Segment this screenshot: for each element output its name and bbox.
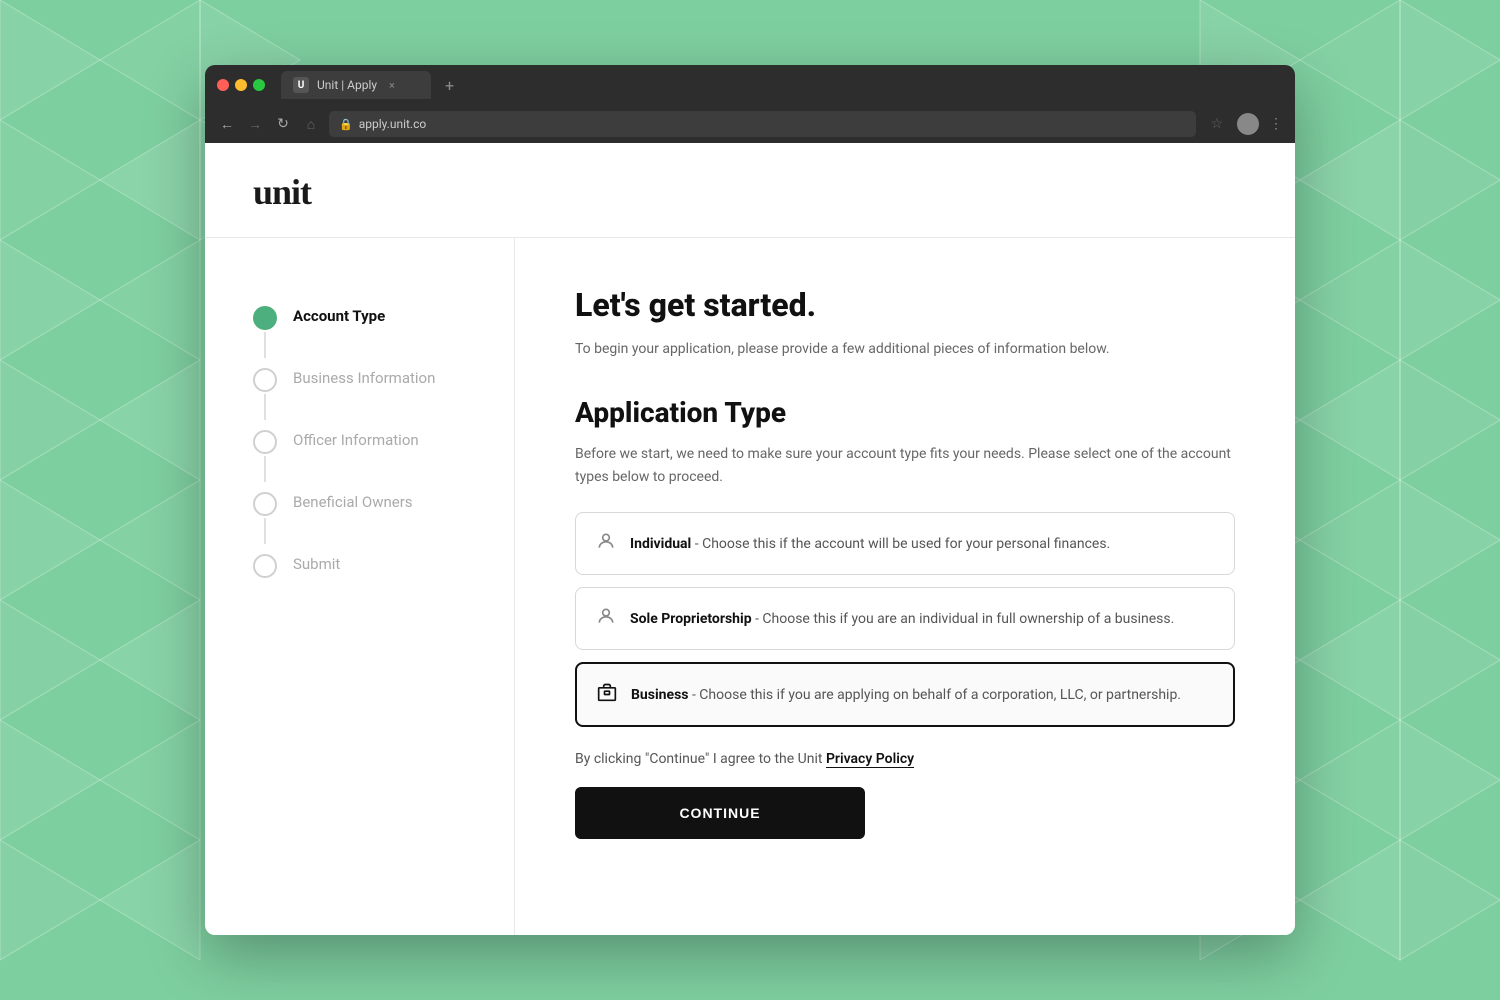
address-bar[interactable]: 🔒 apply.unit.co bbox=[329, 111, 1196, 137]
step-label-submit: Submit bbox=[293, 552, 340, 573]
browser-tab[interactable]: U Unit | Apply × bbox=[281, 71, 431, 99]
step-circle-account-type bbox=[253, 306, 277, 330]
step-label-beneficial-owners: Beneficial Owners bbox=[293, 490, 413, 511]
option-sole-proprietorship[interactable]: Sole Proprietorship - Choose this if you… bbox=[575, 587, 1235, 650]
tab-close-button[interactable]: × bbox=[389, 79, 395, 92]
browser-menu-icon[interactable]: ⋮ bbox=[1269, 116, 1283, 132]
browser-addressbar: ← → ↻ ⌂ 🔒 apply.unit.co ☆ ⋮ bbox=[205, 105, 1295, 143]
address-text: apply.unit.co bbox=[359, 117, 427, 131]
individual-separator: - bbox=[695, 536, 702, 552]
sidebar-item-account-type[interactable]: Account Type bbox=[253, 286, 466, 348]
tab-title-text: Unit | Apply bbox=[317, 78, 377, 92]
forward-button[interactable]: → bbox=[245, 116, 265, 133]
logo-header: unit bbox=[205, 143, 1295, 238]
application-type-desc: Before we start, we need to make sure yo… bbox=[575, 443, 1235, 488]
privacy-agreement-text: By clicking "Continue" I agree to the Un… bbox=[575, 751, 1235, 767]
profile-avatar[interactable] bbox=[1237, 113, 1259, 135]
privacy-prefix: By clicking "Continue" I agree to the Un… bbox=[575, 751, 826, 767]
back-button[interactable]: ← bbox=[217, 116, 237, 133]
step-circle-officer-info bbox=[253, 430, 277, 454]
browser-dots bbox=[217, 79, 265, 91]
continue-button[interactable]: CONTINUE bbox=[575, 787, 865, 839]
sidebar-item-business-info[interactable]: Business Information bbox=[253, 348, 466, 410]
sole-proprietorship-option-text: Sole Proprietorship - Choose this if you… bbox=[630, 611, 1174, 627]
step-label-business-info: Business Information bbox=[293, 366, 435, 387]
business-option-text: Business - Choose this if you are applyi… bbox=[631, 687, 1181, 703]
application-type-heading: Application Type bbox=[575, 396, 1235, 429]
step-label-account-type: Account Type bbox=[293, 304, 385, 325]
main-layout: Account Type Business Information Office… bbox=[205, 238, 1295, 935]
option-business[interactable]: Business - Choose this if you are applyi… bbox=[575, 662, 1235, 727]
sidebar: Account Type Business Information Office… bbox=[205, 238, 515, 935]
lock-icon: 🔒 bbox=[339, 118, 353, 131]
bookmark-icon[interactable]: ☆ bbox=[1210, 116, 1223, 132]
business-label: Business bbox=[631, 687, 688, 703]
business-icon bbox=[597, 682, 617, 707]
page-heading: Let's get started. bbox=[575, 286, 1235, 324]
sidebar-item-officer-info[interactable]: Officer Information bbox=[253, 410, 466, 472]
sole-proprietorship-label: Sole Proprietorship bbox=[630, 611, 752, 627]
step-label-officer-info: Officer Information bbox=[293, 428, 419, 449]
individual-description: Choose this if the account will be used … bbox=[702, 536, 1110, 552]
maximize-dot[interactable] bbox=[253, 79, 265, 91]
business-description: Choose this if you are applying on behal… bbox=[699, 687, 1181, 703]
individual-icon bbox=[596, 531, 616, 556]
refresh-button[interactable]: ↻ bbox=[273, 116, 293, 132]
step-circle-business-info bbox=[253, 368, 277, 392]
browser-chrome: U Unit | Apply × + ← → ↻ ⌂ 🔒 apply.unit.… bbox=[205, 65, 1295, 143]
individual-label: Individual bbox=[630, 536, 691, 552]
individual-option-text: Individual - Choose this if the account … bbox=[630, 536, 1110, 552]
home-button[interactable]: ⌂ bbox=[301, 116, 321, 133]
browser-titlebar: U Unit | Apply × + bbox=[205, 65, 1295, 105]
form-area: Let's get started. To begin your applica… bbox=[515, 238, 1295, 935]
sidebar-item-beneficial-owners[interactable]: Beneficial Owners bbox=[253, 472, 466, 534]
site-logo: unit bbox=[253, 171, 1247, 213]
close-dot[interactable] bbox=[217, 79, 229, 91]
page-description: To begin your application, please provid… bbox=[575, 338, 1235, 360]
sidebar-item-submit[interactable]: Submit bbox=[253, 534, 466, 596]
browser-window: U Unit | Apply × + ← → ↻ ⌂ 🔒 apply.unit.… bbox=[205, 65, 1295, 935]
privacy-policy-link[interactable]: Privacy Policy bbox=[826, 751, 914, 768]
new-tab-button[interactable]: + bbox=[445, 76, 454, 95]
step-circle-beneficial-owners bbox=[253, 492, 277, 516]
minimize-dot[interactable] bbox=[235, 79, 247, 91]
step-circle-submit bbox=[253, 554, 277, 578]
tab-favicon: U bbox=[293, 77, 309, 93]
page-content: unit Account Type Business Information O… bbox=[205, 143, 1295, 935]
sole-proprietorship-icon bbox=[596, 606, 616, 631]
option-individual[interactable]: Individual - Choose this if the account … bbox=[575, 512, 1235, 575]
sole-proprietorship-description: Choose this if you are an individual in … bbox=[762, 611, 1174, 627]
